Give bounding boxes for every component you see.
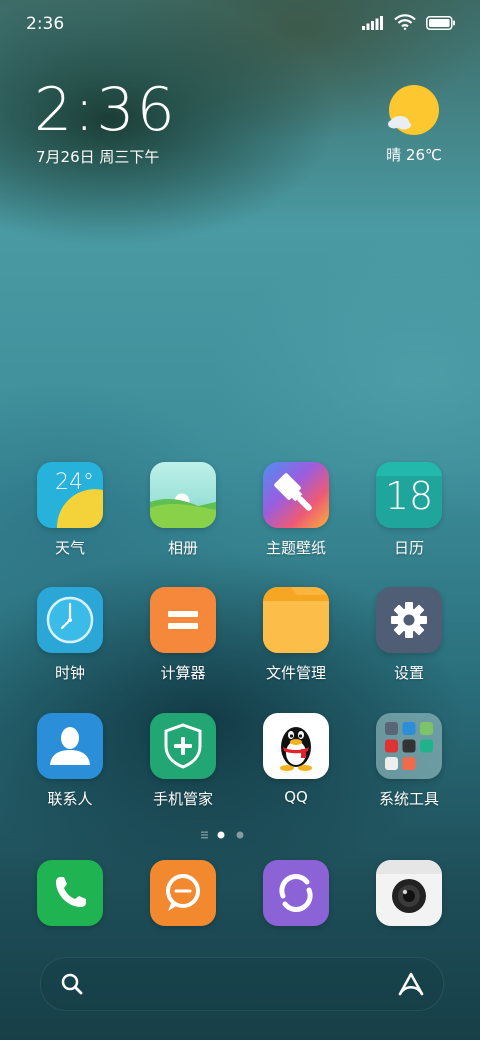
status-icons bbox=[362, 14, 456, 34]
shield-plus-icon bbox=[150, 713, 216, 779]
weather-text: 晴 26℃ bbox=[386, 146, 442, 164]
app-qq[interactable]: QQ bbox=[246, 713, 346, 806]
weather-icon: 24° bbox=[37, 462, 103, 528]
gallery-icon bbox=[150, 462, 216, 528]
dock-browser[interactable] bbox=[246, 860, 346, 926]
dock-phone[interactable] bbox=[20, 860, 120, 926]
app-settings[interactable]: 设置 bbox=[359, 587, 459, 683]
app-label: 联系人 bbox=[47, 790, 93, 808]
app-label: 相册 bbox=[167, 539, 198, 557]
contacts-icon bbox=[37, 713, 103, 779]
gear-icon bbox=[376, 587, 442, 653]
folder-grid-icon bbox=[376, 713, 442, 779]
app-themes[interactable]: 主题壁纸 bbox=[246, 462, 346, 558]
page-indicator[interactable] bbox=[0, 828, 480, 842]
search-bar[interactable] bbox=[40, 957, 444, 1011]
app-label: 设置 bbox=[393, 664, 424, 682]
app-label: 时钟 bbox=[54, 664, 85, 682]
wifi-icon bbox=[394, 14, 416, 34]
app-label: 计算器 bbox=[160, 664, 206, 682]
signal-icon bbox=[362, 15, 384, 34]
app-clock[interactable]: 时钟 bbox=[20, 587, 120, 683]
page-dot-active bbox=[217, 831, 225, 839]
clock-icon bbox=[37, 587, 103, 653]
qq-penguin-icon bbox=[263, 713, 329, 779]
calculator-icon bbox=[150, 587, 216, 653]
calendar-icon: 18 bbox=[376, 462, 442, 528]
status-time: 2:36 bbox=[26, 14, 65, 34]
dock-camera[interactable] bbox=[359, 860, 459, 926]
app-label: 文件管理 bbox=[265, 664, 326, 682]
phone-icon bbox=[37, 860, 103, 926]
app-gallery[interactable]: 相册 bbox=[133, 462, 233, 558]
battery-icon bbox=[426, 15, 456, 34]
assistant-icon[interactable] bbox=[397, 971, 425, 1001]
app-label: 系统工具 bbox=[378, 790, 439, 808]
page-indicator-list-icon bbox=[201, 831, 208, 839]
status-bar: 2:36 bbox=[0, 0, 480, 48]
messages-icon bbox=[150, 860, 216, 926]
app-folder-system-tools[interactable]: 系统工具 bbox=[359, 713, 459, 809]
camera-icon bbox=[376, 860, 442, 926]
app-phone-manager[interactable]: 手机管家 bbox=[133, 713, 233, 809]
app-calendar[interactable]: 18 日历 bbox=[359, 462, 459, 558]
app-weather[interactable]: 24° 天气 bbox=[20, 462, 120, 558]
app-label: 日历 bbox=[393, 539, 424, 557]
themes-brush-icon bbox=[263, 462, 329, 528]
page-dot bbox=[236, 831, 244, 839]
app-files[interactable]: 文件管理 bbox=[246, 587, 346, 683]
weather-app-temp: 24° bbox=[55, 470, 94, 495]
app-label: 手机管家 bbox=[152, 790, 213, 808]
weather-widget[interactable]: 晴 26℃ bbox=[384, 84, 444, 170]
folder-icon bbox=[263, 587, 329, 653]
app-calculator[interactable]: 计算器 bbox=[133, 587, 233, 683]
clock-widget-date: 7月26日 周三下午 bbox=[36, 148, 160, 166]
dock-messages[interactable] bbox=[133, 860, 233, 926]
app-label: 天气 bbox=[54, 539, 85, 557]
calendar-date: 18 bbox=[384, 474, 434, 518]
app-contacts[interactable]: 联系人 bbox=[20, 713, 120, 809]
browser-icon bbox=[263, 860, 329, 926]
clock-widget-time[interactable]: 2:36 bbox=[34, 78, 177, 142]
app-label: QQ bbox=[284, 788, 308, 806]
search-icon[interactable] bbox=[61, 973, 83, 999]
app-label: 主题壁纸 bbox=[265, 539, 326, 557]
